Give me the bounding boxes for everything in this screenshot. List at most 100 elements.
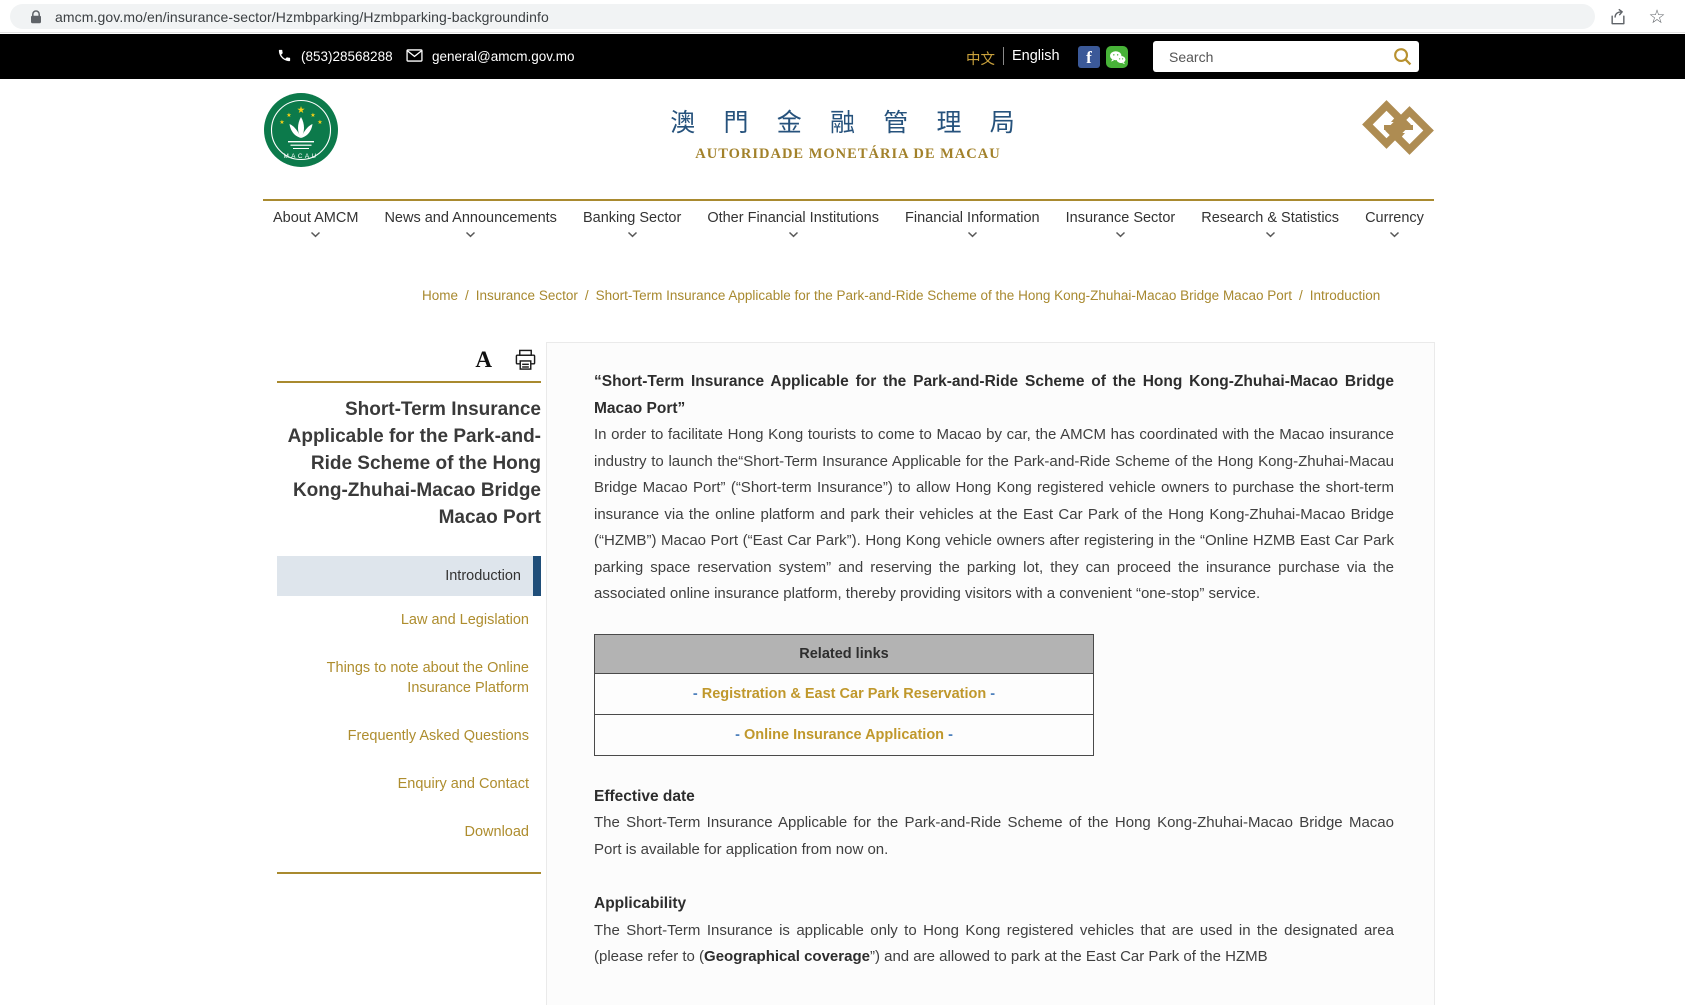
sidebar-page-title: Short-Term Insurance Applicable for the …	[277, 396, 541, 531]
url-text: amcm.gov.mo/en/insurance-sector/Hzmbpark…	[55, 9, 549, 25]
breadcrumb-insurance-sector[interactable]: Insurance Sector	[476, 288, 578, 303]
related-links-table: Related links - Registration & East Car …	[594, 634, 1094, 756]
site-title-portuguese: AUTORIDADE MONETÁRIA DE MACAU	[593, 146, 1103, 163]
svg-text:★: ★	[297, 105, 306, 116]
nav-label: Research & Statistics	[1201, 210, 1339, 226]
printer-icon[interactable]	[514, 349, 537, 371]
breadcrumb-separator: /	[1299, 288, 1303, 303]
nav-item-banking-sector[interactable]: Banking Sector	[583, 210, 681, 238]
amcm-logo[interactable]	[1360, 94, 1436, 165]
intro-paragraph: In order to facilitate Hong Kong tourist…	[594, 422, 1394, 608]
chevron-down-icon	[627, 231, 638, 238]
facebook-icon[interactable]: f	[1078, 46, 1100, 68]
sidebar-item-things-to-note[interactable]: Things to note about the Online Insuranc…	[277, 644, 541, 712]
search-icon[interactable]	[1385, 41, 1419, 72]
nav-item-research-statistics[interactable]: Research & Statistics	[1201, 210, 1339, 238]
font-size-button[interactable]: A	[475, 348, 492, 371]
nav-label: Financial Information	[905, 210, 1040, 226]
phone-icon	[277, 48, 292, 66]
chevron-down-icon	[465, 231, 476, 238]
svg-text:★: ★	[317, 119, 323, 126]
sidebar-item-introduction[interactable]: Introduction	[277, 556, 541, 596]
language-english-link[interactable]: English	[1012, 48, 1060, 64]
phone-link[interactable]: (853)28568288	[277, 34, 393, 79]
nav-item-about-amcm[interactable]: About AMCM	[273, 210, 358, 238]
dash-decoration: -	[693, 686, 698, 702]
sidebar-item-download[interactable]: Download	[277, 808, 541, 856]
related-links-header: Related links	[595, 634, 1094, 673]
sidebar-top-rule	[277, 381, 541, 383]
dash-decoration: -	[990, 686, 995, 702]
sidebar-bottom-rule	[277, 872, 541, 874]
sidebar-menu: Introduction Law and Legislation Things …	[277, 556, 541, 856]
nav-label: Other Financial Institutions	[707, 210, 879, 226]
language-chinese-link[interactable]: 中文	[966, 48, 995, 69]
breadcrumb-introduction[interactable]: Introduction	[1310, 288, 1381, 303]
table-row: - Registration & East Car Park Reservati…	[595, 673, 1094, 714]
nav-item-other-financial-institutions[interactable]: Other Financial Institutions	[707, 210, 879, 238]
site-header: ★ ★ ★ ★ ★ MACAU 澳 門 金 融 管 理 局 AUTORIDADE…	[0, 79, 1685, 186]
svg-text:★: ★	[310, 112, 316, 119]
online-insurance-application-link[interactable]: Online Insurance Application	[744, 727, 944, 743]
main-content: “Short-Term Insurance Applicable for the…	[594, 369, 1394, 971]
macau-government-logo[interactable]: ★ ★ ★ ★ ★ MACAU	[262, 91, 340, 174]
email-address: general@amcm.gov.mo	[432, 49, 575, 64]
nav-label: About AMCM	[273, 210, 358, 226]
phone-number: (853)28568288	[301, 49, 393, 64]
lock-icon	[30, 10, 42, 24]
chevron-down-icon	[1115, 231, 1126, 238]
section-title: Applicability	[594, 891, 1394, 918]
sidebar: A Short-Term Insurance Applicable for th…	[277, 346, 541, 874]
breadcrumb-separator: /	[585, 288, 589, 303]
language-divider	[1003, 47, 1004, 65]
nav-item-news-and-announcements[interactable]: News and Announcements	[384, 210, 557, 238]
nav-label: Banking Sector	[583, 210, 681, 226]
search-input[interactable]	[1153, 49, 1385, 65]
chevron-down-icon	[967, 231, 978, 238]
nav-label: Insurance Sector	[1066, 210, 1176, 226]
site-title-block: 澳 門 金 融 管 理 局 AUTORIDADE MONETÁRIA DE MA…	[593, 103, 1103, 163]
nav-item-insurance-sector[interactable]: Insurance Sector	[1066, 210, 1176, 238]
breadcrumb: Home / Insurance Sector / Short-Term Insuran…	[422, 288, 1380, 303]
browser-address-bar-row: amcm.gov.mo/en/insurance-sector/Hzmbpark…	[0, 0, 1685, 33]
breadcrumb-short-term-insurance[interactable]: Short-Term Insurance Applicable for the …	[596, 288, 1292, 303]
svg-text:★: ★	[279, 119, 285, 126]
dash-decoration: -	[948, 727, 953, 743]
section-body: The Short-Term Insurance Applicable for …	[594, 810, 1394, 863]
site-title-chinese: 澳 門 金 融 管 理 局	[593, 103, 1103, 139]
chevron-down-icon	[1389, 231, 1400, 238]
nav-label: Currency	[1365, 210, 1424, 226]
section-applicability: Applicability The Short-Term Insurance i…	[594, 891, 1394, 971]
emblem-macau-text: MACAU	[283, 153, 318, 160]
top-utility-bar: (853)28568288 general@amcm.gov.mo 中文 Eng…	[0, 34, 1685, 79]
address-bar[interactable]: amcm.gov.mo/en/insurance-sector/Hzmbpark…	[10, 4, 1595, 29]
chevron-down-icon	[310, 231, 321, 238]
envelope-icon	[406, 49, 423, 65]
registration-east-car-park-link[interactable]: Registration & East Car Park Reservation	[702, 686, 986, 702]
chevron-down-icon	[788, 231, 799, 238]
star-icon[interactable]: ☆	[1644, 4, 1670, 30]
sidebar-item-enquiry-and-contact[interactable]: Enquiry and Contact	[277, 760, 541, 808]
chevron-down-icon	[1265, 231, 1276, 238]
nav-label: News and Announcements	[384, 210, 557, 226]
sidebar-item-law-and-legislation[interactable]: Law and Legislation	[277, 596, 541, 644]
nav-item-currency[interactable]: Currency	[1365, 210, 1424, 238]
breadcrumb-home[interactable]: Home	[422, 288, 458, 303]
email-link[interactable]: general@amcm.gov.mo	[406, 34, 575, 79]
share-button[interactable]	[1605, 4, 1631, 30]
body-text: ”) and are allowed to park at the East C…	[870, 948, 1268, 965]
table-row: - Online Insurance Application -	[595, 714, 1094, 755]
search-box	[1153, 41, 1419, 72]
breadcrumb-separator: /	[465, 288, 469, 303]
geographical-coverage-bold: Geographical coverage	[704, 948, 870, 965]
browser-window: amcm.gov.mo/en/insurance-sector/Hzmbpark…	[0, 0, 1685, 1005]
svg-text:★: ★	[286, 112, 292, 119]
wechat-icon[interactable]	[1106, 46, 1128, 68]
sidebar-item-faq[interactable]: Frequently Asked Questions	[277, 712, 541, 760]
dash-decoration: -	[735, 727, 740, 743]
section-body: The Short-Term Insurance is applicable o…	[594, 918, 1394, 971]
nav-item-financial-information[interactable]: Financial Information	[905, 210, 1040, 238]
main-navigation: About AMCM News and Announcements Bankin…	[263, 199, 1434, 238]
section-effective-date: Effective date The Short-Term Insurance …	[594, 784, 1394, 864]
sidebar-tools: A	[277, 346, 541, 381]
